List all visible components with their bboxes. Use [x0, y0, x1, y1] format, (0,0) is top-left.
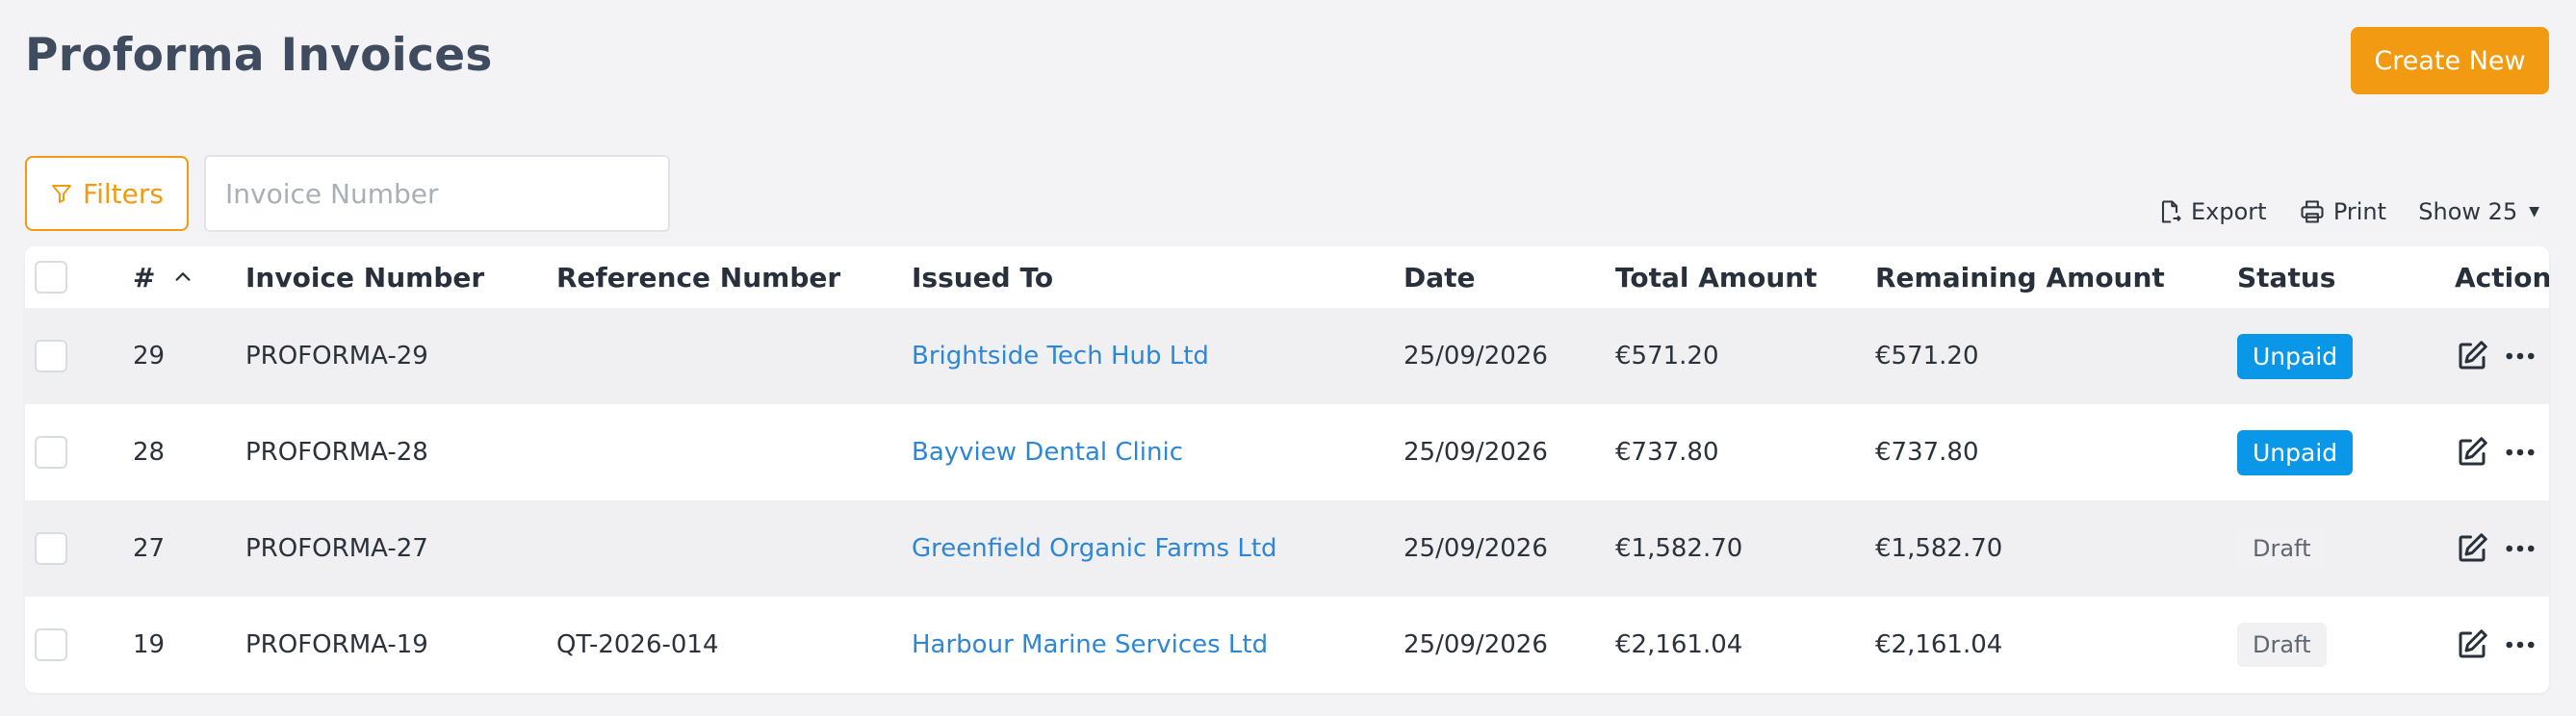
row-issued-to-cell: Brightside Tech Hub Ltd [912, 308, 1209, 404]
status-badge: Draft [2237, 526, 2327, 571]
row-date: 25/09/2026 [1404, 342, 1548, 371]
table-row: 28 PROFORMA-28 Bayview Dental Clinic 25/09/… [25, 404, 2549, 500]
column-header-action: Action [2455, 261, 2549, 294]
row-issued-to-link[interactable]: Greenfield Organic Farms Ltd [912, 534, 1277, 563]
print-button[interactable]: Print [2299, 198, 2386, 225]
row-total-amount: €2,161.04 [1615, 630, 1743, 659]
row-select-cell [35, 404, 92, 500]
table-row: 27 PROFORMA-27 Greenfield Organic Farms Lt… [25, 500, 2549, 597]
table-row: 29 PROFORMA-29 Brightside Tech Hub Ltd 25/0… [25, 308, 2549, 404]
row-actions [2455, 404, 2537, 500]
column-header-reference-number[interactable]: Reference Number [556, 246, 840, 308]
row-date: 25/09/2026 [1404, 438, 1548, 467]
row-date: 25/09/2026 [1404, 630, 1548, 659]
invoices-table: # Invoice Number Reference Number Issued… [25, 246, 2549, 693]
status-badge: Unpaid [2237, 429, 2354, 475]
column-header-date[interactable]: Date [1404, 246, 1476, 308]
column-header-number[interactable]: # [133, 246, 193, 308]
sort-up-icon[interactable] [155, 267, 193, 288]
filter-icon [50, 182, 73, 205]
row-status-cell: Unpaid [2237, 404, 2354, 500]
row-actions [2455, 308, 2537, 404]
more-icon[interactable] [2503, 339, 2537, 373]
row-issued-to-cell: Greenfield Organic Farms Ltd [912, 500, 1277, 597]
table-toolbar: Export Print Show 25 ▼ [2156, 192, 2539, 231]
column-header-number-label: # [133, 261, 156, 294]
export-icon [2156, 198, 2183, 225]
edit-icon[interactable] [2455, 435, 2489, 470]
row-number: 19 [133, 630, 166, 659]
filters-label: Filters [83, 177, 164, 210]
column-header-remaining-amount[interactable]: Remaining Amount [1875, 246, 2165, 308]
select-all-cell [35, 246, 92, 308]
row-number: 28 [133, 438, 166, 467]
row-issued-to-link[interactable]: Brightside Tech Hub Ltd [912, 342, 1209, 371]
more-icon[interactable] [2503, 435, 2537, 470]
row-issued-to-cell: Bayview Dental Clinic [912, 404, 1183, 500]
row-invoice-number[interactable]: PROFORMA-27 [245, 500, 428, 597]
row-remaining-amount: €2,161.04 [1875, 630, 2003, 659]
row-remaining-amount: €737.80 [1875, 438, 1979, 467]
page-size-dropdown[interactable]: Show 25 ▼ [2418, 198, 2539, 225]
row-date: 25/09/2026 [1404, 534, 1548, 563]
row-invoice-number[interactable]: PROFORMA-28 [245, 404, 428, 500]
row-number: 29 [133, 342, 166, 371]
invoice-number-search-input[interactable] [204, 155, 670, 232]
more-icon[interactable] [2503, 627, 2537, 662]
row-reference-number: QT-2026-014 [556, 630, 719, 659]
row-actions [2455, 500, 2537, 597]
column-header-invoice-number[interactable]: Invoice Number [245, 246, 484, 308]
print-icon [2299, 198, 2326, 225]
row-status-cell: Draft [2237, 597, 2327, 693]
row-checkbox[interactable] [35, 340, 67, 372]
page-title: Proforma Invoices [25, 29, 493, 82]
row-status-cell: Draft [2237, 500, 2327, 597]
row-total-amount: €737.80 [1615, 438, 1719, 467]
column-header-total-amount[interactable]: Total Amount [1615, 246, 1817, 308]
column-header-status[interactable]: Status [2237, 246, 2335, 308]
page-size-label: Show 25 [2418, 198, 2518, 225]
row-invoice-number[interactable]: PROFORMA-19 [245, 597, 428, 693]
row-issued-to-cell: Harbour Marine Services Ltd [912, 597, 1268, 693]
row-select-cell [35, 500, 92, 597]
chevron-down-icon: ▼ [2529, 204, 2539, 219]
select-all-checkbox[interactable] [35, 261, 67, 294]
table-row: 19 PROFORMA-19 QT-2026-014 Harbour Marine S… [25, 597, 2549, 693]
more-icon[interactable] [2503, 531, 2537, 566]
row-total-amount: €1,582.70 [1615, 534, 1743, 563]
row-checkbox[interactable] [35, 436, 67, 469]
table-header-row: # Invoice Number Reference Number Issued… [25, 246, 2549, 308]
print-label: Print [2332, 198, 2387, 225]
row-select-cell [35, 308, 92, 404]
row-checkbox[interactable] [35, 628, 67, 661]
edit-icon[interactable] [2455, 339, 2489, 373]
edit-icon[interactable] [2455, 627, 2489, 662]
row-invoice-number[interactable]: PROFORMA-29 [245, 308, 428, 404]
row-remaining-amount: €1,582.70 [1875, 534, 2003, 563]
row-total-amount: €571.20 [1615, 342, 1719, 371]
column-header-issued-to[interactable]: Issued To [912, 246, 1053, 308]
row-issued-to-link[interactable]: Bayview Dental Clinic [912, 438, 1183, 467]
row-issued-to-link[interactable]: Harbour Marine Services Ltd [912, 630, 1268, 659]
export-button[interactable]: Export [2156, 198, 2267, 225]
filters-button[interactable]: Filters [25, 156, 189, 231]
row-remaining-amount: €571.20 [1875, 342, 1979, 371]
edit-icon[interactable] [2455, 531, 2489, 566]
status-badge: Draft [2237, 623, 2327, 667]
row-actions [2455, 597, 2537, 693]
row-status-cell: Unpaid [2237, 308, 2354, 404]
row-checkbox[interactable] [35, 532, 67, 565]
row-number: 27 [133, 534, 166, 563]
row-select-cell [35, 597, 92, 693]
create-new-button[interactable]: Create New [2351, 27, 2549, 94]
status-badge: Unpaid [2237, 333, 2354, 379]
export-label: Export [2191, 198, 2267, 225]
